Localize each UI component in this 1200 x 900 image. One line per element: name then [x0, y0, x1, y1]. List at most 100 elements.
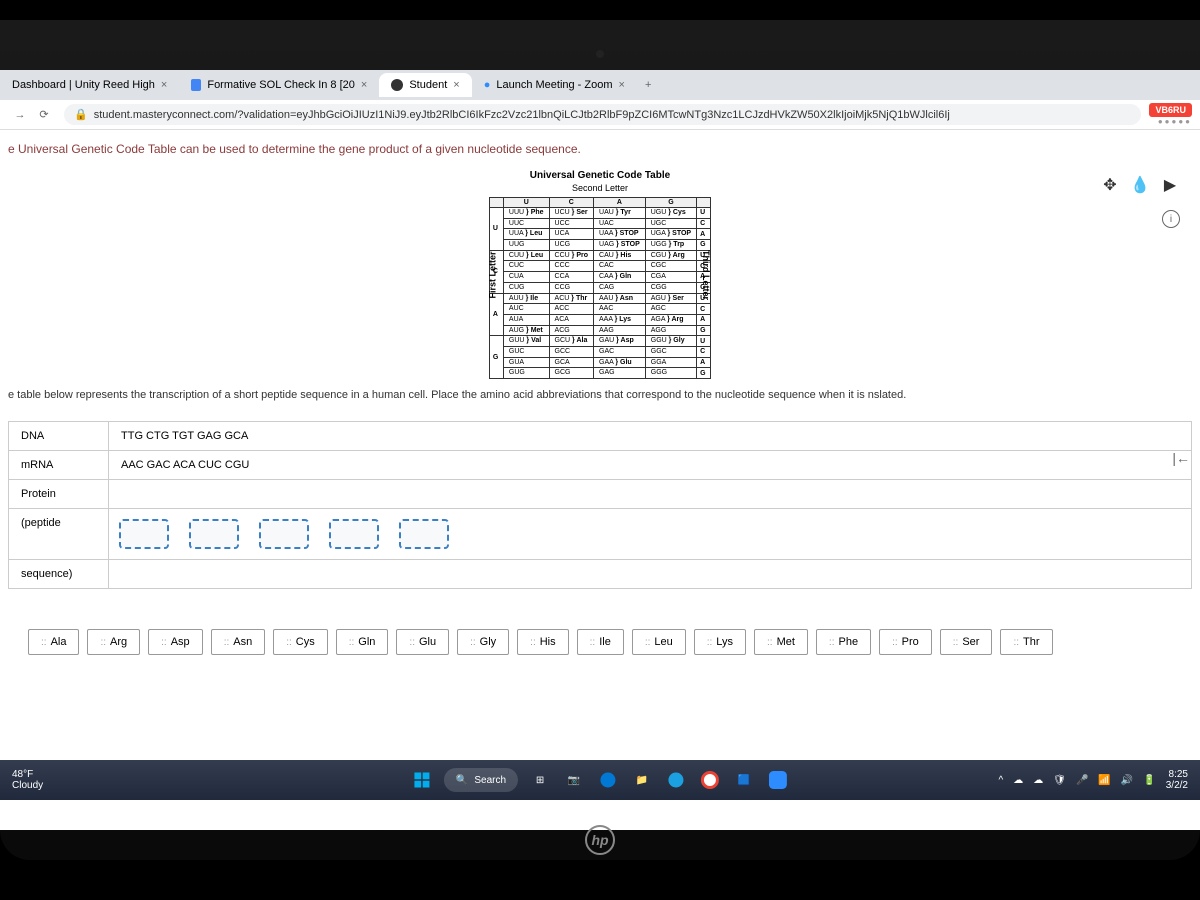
codon-cell: AGC	[645, 304, 696, 315]
edge-app-icon[interactable]	[664, 768, 688, 792]
third-letter-cell: A	[697, 314, 711, 325]
security-icon[interactable]: 🛡	[1053, 775, 1066, 786]
codon-cell: GUU } Val	[503, 336, 549, 347]
amino-acid-label: Ser	[962, 636, 979, 648]
hp-logo: hp	[585, 825, 615, 855]
codon-cell: UAG } STOP	[594, 240, 646, 251]
amino-acid-chip[interactable]: ::Gly	[457, 629, 509, 655]
drop-slot[interactable]	[329, 519, 379, 549]
drop-slot[interactable]	[399, 519, 449, 549]
url-bar: → ⟳ 🔒 student.masteryconnect.com/?valida…	[0, 100, 1200, 130]
amino-acid-label: Cys	[296, 636, 315, 648]
row-value-mrna: AAC GAC ACA CUC CGU	[109, 451, 1191, 479]
battery-icon[interactable]: 🔋	[1143, 775, 1155, 786]
amino-acid-label: Leu	[654, 636, 672, 648]
codon-cell: CCC	[549, 261, 593, 272]
grip-icon: ::	[707, 637, 713, 648]
amino-acid-chip[interactable]: ::Pro	[879, 629, 932, 655]
amino-acid-chip[interactable]: ::Gln	[336, 629, 389, 655]
codon-cell: UCA	[549, 229, 593, 240]
search-icon: 🔍	[456, 775, 468, 786]
new-tab-button[interactable]: +	[637, 75, 659, 95]
amino-acid-chip[interactable]: ::Ser	[940, 629, 993, 655]
row-value-dna: TTG CTG TGT GAG GCA	[109, 422, 1191, 450]
amino-acid-chip[interactable]: ::Met	[754, 629, 808, 655]
amino-acid-chip[interactable]: ::Phe	[816, 629, 871, 655]
first-letter-cell: G	[489, 336, 503, 379]
third-letter-label: Third Letter	[701, 249, 711, 299]
cloud-icon[interactable]: ☁	[1013, 775, 1023, 786]
url-input[interactable]: 🔒 student.masteryconnect.com/?validation…	[64, 104, 1141, 125]
codon-cell: AUC	[503, 304, 549, 315]
close-icon[interactable]: ×	[361, 79, 367, 91]
row-label-mrna: mRNA	[9, 451, 109, 479]
codon-cell: UUU } Phe	[503, 208, 549, 219]
weather-widget[interactable]: 48°F Cloudy	[0, 769, 55, 791]
edge-icon[interactable]	[596, 768, 620, 792]
amino-acid-label: Phe	[838, 636, 858, 648]
chevron-up-icon[interactable]: ^	[999, 775, 1004, 786]
codon-cell: CUA	[503, 272, 549, 283]
zoom-app-icon[interactable]	[766, 768, 790, 792]
amino-acid-chip[interactable]: ::Ala	[28, 629, 79, 655]
grip-icon: ::	[829, 637, 835, 648]
amino-acid-chip[interactable]: ::Thr	[1000, 629, 1052, 655]
tab-label: Launch Meeting - Zoom	[496, 79, 612, 91]
amino-acid-palette: ::Ala::Arg::Asp::Asn::Cys::Gln::Glu::Gly…	[8, 619, 1192, 665]
amino-acid-chip[interactable]: ::Cys	[273, 629, 328, 655]
close-icon[interactable]: ×	[619, 79, 625, 91]
codon-cell: UUA } Leu	[503, 229, 549, 240]
volume-icon[interactable]: 🔊	[1121, 775, 1133, 786]
drop-slot[interactable]	[259, 519, 309, 549]
grip-icon: ::	[530, 637, 536, 648]
amino-acid-chip[interactable]: ::Arg	[87, 629, 140, 655]
drop-slot[interactable]	[189, 519, 239, 549]
browser-tab[interactable]: Dashboard | Unity Reed High ×	[0, 73, 179, 97]
refresh-button[interactable]: ⟳	[32, 103, 56, 127]
browser-tab[interactable]: ● Launch Meeting - Zoom ×	[472, 73, 637, 97]
second-letter-label: Second Letter	[489, 183, 711, 193]
codon-cell: GCC	[549, 346, 593, 357]
wifi-icon[interactable]: 📶	[1098, 775, 1110, 786]
chrome-icon[interactable]	[698, 768, 722, 792]
codon-cell: UGG } Trp	[645, 240, 696, 251]
browser-tab[interactable]: Formative SOL Check In 8 [20 ×	[179, 73, 379, 97]
third-letter-cell: G	[697, 240, 711, 251]
search-button[interactable]: 🔍 Search	[444, 768, 518, 792]
formative-icon	[191, 79, 201, 91]
start-button[interactable]	[410, 768, 434, 792]
codon-cell: CUC	[503, 261, 549, 272]
close-icon[interactable]: ×	[161, 79, 167, 91]
codon-header-cell	[489, 198, 503, 208]
file-explorer-icon[interactable]: 📁	[630, 768, 654, 792]
drop-slot[interactable]	[119, 519, 169, 549]
task-view-icon[interactable]: ⊞	[528, 768, 552, 792]
amino-acid-chip[interactable]: ::Lys	[694, 629, 746, 655]
codon-cell: UCG	[549, 240, 593, 251]
third-letter-cell: G	[697, 368, 711, 379]
drop-zone[interactable]	[109, 509, 1191, 559]
amino-acid-chip[interactable]: ::Asn	[211, 629, 266, 655]
browser-tab-active[interactable]: Student ×	[379, 73, 471, 97]
camera-icon[interactable]: 📷	[562, 768, 586, 792]
close-icon[interactable]: ×	[453, 79, 459, 91]
app-icon[interactable]: 🟦	[732, 768, 756, 792]
grip-icon: ::	[645, 637, 651, 648]
grip-icon: ::	[892, 637, 898, 648]
codon-cell: GUC	[503, 346, 549, 357]
amino-acid-label: His	[540, 636, 556, 648]
amino-acid-chip[interactable]: ::Ile	[577, 629, 624, 655]
clock-widget[interactable]: 8:25 3/2/2	[1166, 769, 1188, 791]
amino-acid-chip[interactable]: ::Asp	[148, 629, 203, 655]
amino-acid-label: Ile	[599, 636, 611, 648]
amino-acid-chip[interactable]: ::Glu	[396, 629, 449, 655]
amino-acid-chip[interactable]: ::Leu	[632, 629, 686, 655]
amino-acid-label: Glu	[419, 636, 436, 648]
onedrive-icon[interactable]: ☁	[1033, 775, 1043, 786]
extension-badge[interactable]: VB6RU	[1149, 103, 1192, 117]
codon-cell: UGA } STOP	[645, 229, 696, 240]
back-button[interactable]: →	[8, 103, 32, 127]
amino-acid-chip[interactable]: ::His	[517, 629, 568, 655]
mic-icon[interactable]: 🎤	[1076, 775, 1088, 786]
expand-left-icon[interactable]: |←	[1172, 450, 1190, 466]
